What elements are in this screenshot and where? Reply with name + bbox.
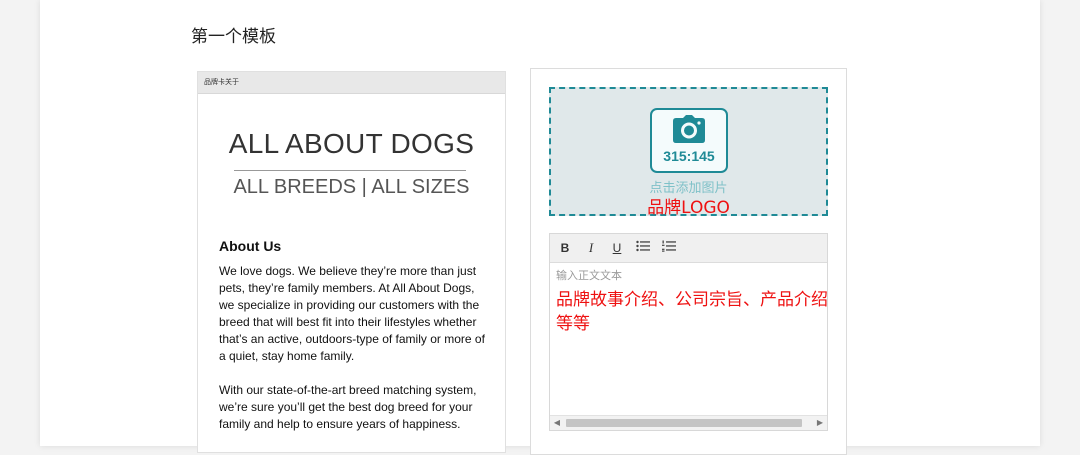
brand-subtitle: ALL BREEDS | ALL SIZES <box>233 176 470 198</box>
editor-annotation: 品牌故事介绍、公司宗旨、产品介绍等等 <box>556 290 828 334</box>
horizontal-scrollbar[interactable]: ◀ ▶ <box>550 415 827 430</box>
brand-divider <box>234 170 466 171</box>
bullet-list-button[interactable] <box>634 239 652 257</box>
scrollbar-thumb[interactable] <box>566 419 802 427</box>
editor-toolbar: B I U <box>550 234 827 263</box>
brand-card-editor: 315:145 点击添加图片 品牌LOGO B I U 输入正文文本 品牌故事介… <box>530 68 847 455</box>
about-paragraph-1: We love dogs. We believe they’re more th… <box>219 264 485 363</box>
underline-button[interactable]: U <box>608 239 626 257</box>
preview-header: 品牌卡关于 <box>198 72 505 94</box>
italic-button[interactable]: I <box>582 239 600 257</box>
scroll-right-arrow-icon[interactable]: ▶ <box>813 416 827 430</box>
about-body: We love dogs. We believe they’re more th… <box>219 263 491 450</box>
rich-text-editor: B I U 输入正文文本 品牌故事介绍、公司宗旨、产品介绍等等 ◀ ▶ <box>549 233 828 431</box>
numbered-list-icon <box>662 240 676 252</box>
brand-card-preview: 品牌卡关于 ALL ABOUT DOGS ALL BREEDS | ALL SI… <box>197 71 506 453</box>
editor-placeholder: 输入正文文本 <box>556 269 622 282</box>
about-paragraph-2: With our state-of-the-art breed matching… <box>219 383 477 431</box>
scroll-left-arrow-icon[interactable]: ◀ <box>550 416 564 430</box>
logo-upload-area[interactable]: 315:145 点击添加图片 品牌LOGO <box>549 87 828 218</box>
editor-text-area[interactable]: 输入正文文本 品牌故事介绍、公司宗旨、产品介绍等等 <box>550 263 828 413</box>
about-heading: About Us <box>219 238 282 254</box>
logo-annotation: 品牌LOGO <box>647 198 730 218</box>
camera-icon <box>673 115 705 143</box>
brand-title: ALL ABOUT DOGS <box>228 128 475 159</box>
numbered-list-button[interactable] <box>660 239 678 257</box>
bold-button[interactable]: B <box>556 239 574 257</box>
section-title: 第一个模板 <box>191 27 276 47</box>
upload-image-button[interactable]: 315:145 <box>650 108 728 173</box>
bullet-list-icon <box>636 240 650 252</box>
logo-ratio: 315:145 <box>663 148 715 164</box>
